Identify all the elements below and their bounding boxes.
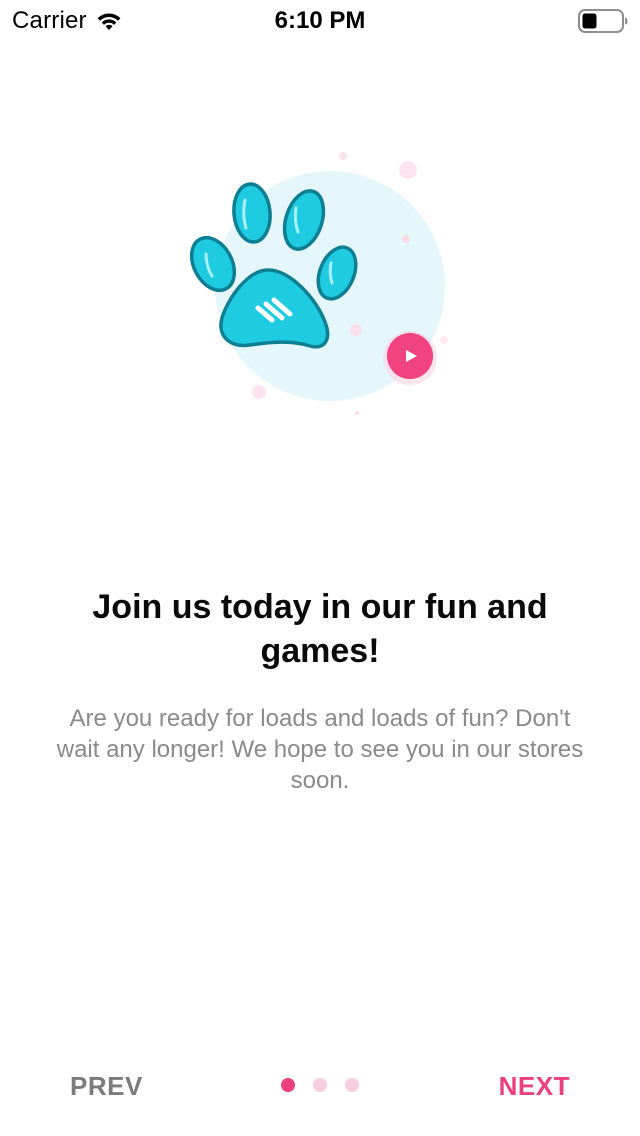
onboarding-screen: Carrier 6:10 PM Join us today in our fun…: [0, 0, 640, 1136]
battery-icon: [578, 9, 628, 33]
page-indicator: [281, 1078, 359, 1092]
prev-button[interactable]: PREV: [70, 1071, 143, 1102]
decor-dot: [399, 161, 417, 179]
next-button[interactable]: NEXT: [499, 1071, 570, 1102]
decor-dot: [252, 385, 266, 399]
page-dot-2[interactable]: [313, 1078, 327, 1092]
status-bar: Carrier 6:10 PM: [0, 0, 640, 40]
decor-dot: [350, 324, 362, 336]
page-dot-3[interactable]: [345, 1078, 359, 1092]
onboarding-description: Are you ready for loads and loads of fun…: [56, 705, 584, 794]
decor-dot: [440, 336, 448, 344]
onboarding-illustration: [189, 152, 448, 415]
status-time: 6:10 PM: [274, 7, 366, 34]
decor-dot: [339, 152, 347, 160]
decor-dot: [355, 411, 359, 415]
decor-dot: [402, 235, 410, 243]
onboarding-headline: Join us today in our fun and games!: [92, 588, 548, 670]
page-dot-1[interactable]: [281, 1078, 295, 1092]
